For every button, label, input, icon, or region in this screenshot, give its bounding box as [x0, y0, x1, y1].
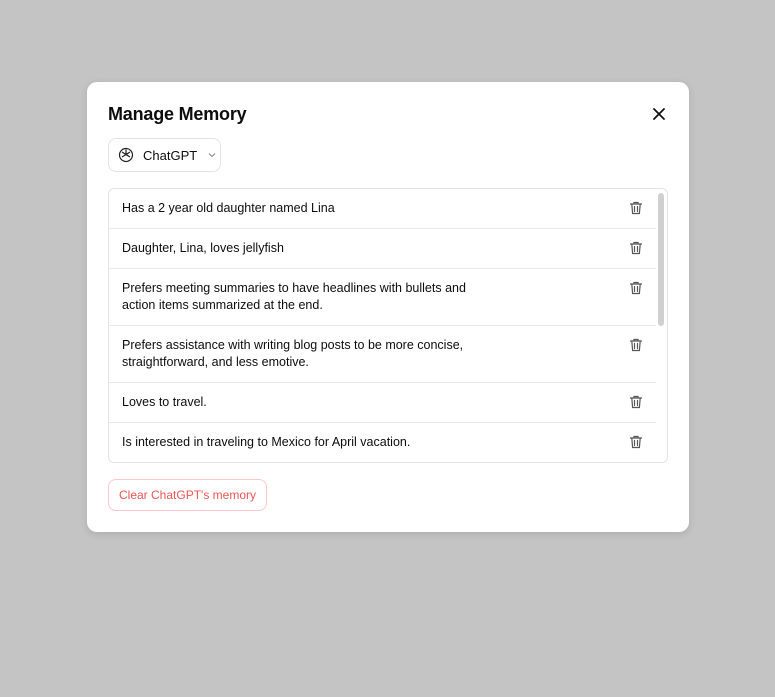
trash-icon[interactable] [628, 200, 644, 216]
memory-text: Has a 2 year old daughter named Lina [122, 201, 335, 215]
trash-icon[interactable] [628, 434, 644, 450]
model-select[interactable]: ChatGPT [108, 138, 221, 172]
memory-text: Daughter, Lina, loves jellyfish [122, 241, 284, 255]
memory-item: Loves to travel. [109, 383, 656, 423]
trash-icon[interactable] [628, 240, 644, 256]
openai-logo-icon [118, 147, 134, 163]
memory-item: Prefers meeting summaries to have headli… [109, 269, 656, 326]
memory-text: Is interested in traveling to Mexico for… [122, 435, 411, 449]
model-select-value: ChatGPT [143, 147, 198, 163]
trash-icon[interactable] [628, 280, 644, 296]
dialog-title: Manage Memory [108, 104, 247, 124]
chevron-down-icon [208, 153, 216, 158]
manage-memory-dialog: Manage Memory ChatGPT Has a 2 year old d… [87, 82, 689, 532]
memory-list: Has a 2 year old daughter named Lina Daug… [108, 188, 668, 463]
memory-text: Prefers assistance with writing blog pos… [122, 338, 464, 369]
close-icon[interactable] [649, 104, 669, 124]
memory-item: Daughter, Lina, loves jellyfish [109, 229, 656, 269]
scrollbar[interactable] [658, 193, 664, 326]
trash-icon[interactable] [628, 337, 644, 353]
memory-text: Prefers meeting summaries to have headli… [122, 281, 466, 312]
clear-memory-button[interactable]: Clear ChatGPT's memory [108, 479, 267, 511]
memory-item: Has a 2 year old daughter named Lina [109, 189, 656, 229]
trash-icon[interactable] [628, 394, 644, 410]
memory-item: Prefers assistance with writing blog pos… [109, 326, 656, 383]
memory-text: Loves to travel. [122, 395, 207, 409]
memory-item: Is interested in traveling to Mexico for… [109, 423, 656, 462]
